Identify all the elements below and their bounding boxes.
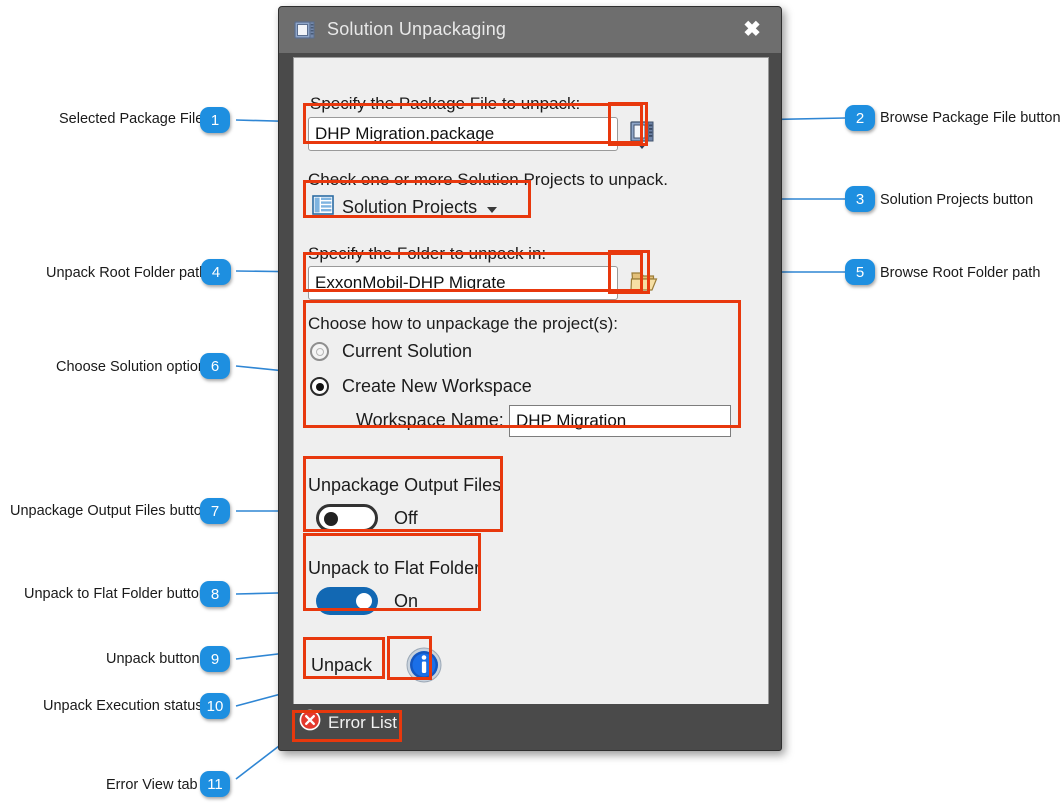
screenshot-stage: Solution Unpackaging ✖ Specify the Packa… [0,0,1062,808]
callout-label-9: Unpack button [106,651,200,667]
folder-label: Specify the Folder to unpack in: [308,244,547,263]
dialog-client-area: Specify the Package File to unpack: DHP … [293,57,769,707]
callout-badge-10: 10 [200,693,230,719]
callout-badge-3: 3 [845,186,875,212]
callout-badge-6: 6 [200,353,230,379]
radio-icon-current[interactable] [310,342,329,361]
dialog-statusbar: Error List [279,704,781,740]
callout-badge-8: 8 [200,581,230,607]
callout-label-3: Solution Projects button [880,192,1034,208]
callout-label-1: Selected Package File [59,111,204,127]
dialog-titlebar: Solution Unpackaging ✖ [279,7,781,53]
list-grid-icon [312,194,334,221]
solution-projects-button[interactable]: Solution Projects [312,194,498,221]
callout-label-6: Choose Solution option [56,359,206,375]
package-browse-icon[interactable] [629,116,659,157]
unpack-flat-folder-toggle-row[interactable]: On [316,587,418,615]
callout-badge-11: 11 [200,771,230,797]
callout-label-11: Error View tab [106,777,198,793]
error-x-icon [299,709,321,736]
callout-label-4: Unpack Root Folder path [46,265,208,281]
open-folder-icon[interactable] [630,268,660,301]
callout-badge-7: 7 [200,498,230,524]
package-icon [293,18,317,42]
callout-label-7: Unpackage Output Files button [10,503,210,519]
workspace-name-label: Workspace Name: [356,410,504,430]
workspace-name-input[interactable]: DHP Migration [509,405,731,437]
radio-create-new-workspace[interactable]: Create New Workspace [310,376,532,397]
unpack-flat-folder-label: Unpack to Flat Folder [308,558,481,578]
callout-label-2: Browse Package File button [880,110,1061,126]
callout-label-10: Unpack Execution status [43,698,203,714]
info-icon[interactable] [405,646,443,689]
unpackage-output-files-label: Unpackage Output Files [308,475,502,495]
callout-badge-1: 1 [200,107,230,133]
callout-badge-5: 5 [845,259,875,285]
unpackage-output-files-state: Off [394,507,418,528]
unpack-flat-folder-state: On [394,590,419,611]
error-list-label: Error List [328,712,397,732]
solution-projects-label: Check one or more Solution Projects to u… [308,170,669,189]
unpackage-output-files-toggle[interactable] [316,504,378,532]
folder-path-input[interactable]: ExxonMobil-DHP Migrate [308,266,618,300]
toggle-knob [324,512,338,526]
callout-badge-4: 4 [201,259,231,285]
unpackage-output-files-toggle-row[interactable]: Off [316,504,418,532]
radio-current-solution[interactable]: Current Solution [310,341,472,362]
dialog-title: Solution Unpackaging [327,19,507,39]
radio-label-current: Current Solution [342,341,473,361]
radio-label-new-workspace: Create New Workspace [342,376,532,396]
unpack-button[interactable]: Unpack [311,655,372,676]
toggle-knob [356,593,372,609]
callout-badge-9: 9 [200,646,230,672]
solution-projects-label-text: Solution Projects [342,197,478,217]
radio-icon-new-workspace[interactable] [310,377,329,396]
callout-label-8: Unpack to Flat Folder button [24,586,207,602]
package-file-input[interactable]: DHP Migration.package [308,117,618,151]
callout-label-5: Browse Root Folder path [880,265,1041,281]
solution-unpackaging-dialog: Solution Unpackaging ✖ Specify the Packa… [278,6,782,751]
unpack-flat-folder-toggle[interactable] [316,587,378,615]
package-file-label: Specify the Package File to unpack: [310,94,581,113]
chevron-down-icon[interactable] [487,206,498,213]
callout-badge-2: 2 [845,105,875,131]
error-list-tab[interactable]: Error List [299,709,397,736]
choose-unpackage-label: Choose how to unpackage the project(s): [308,314,618,333]
close-icon[interactable]: ✖ [739,17,765,43]
